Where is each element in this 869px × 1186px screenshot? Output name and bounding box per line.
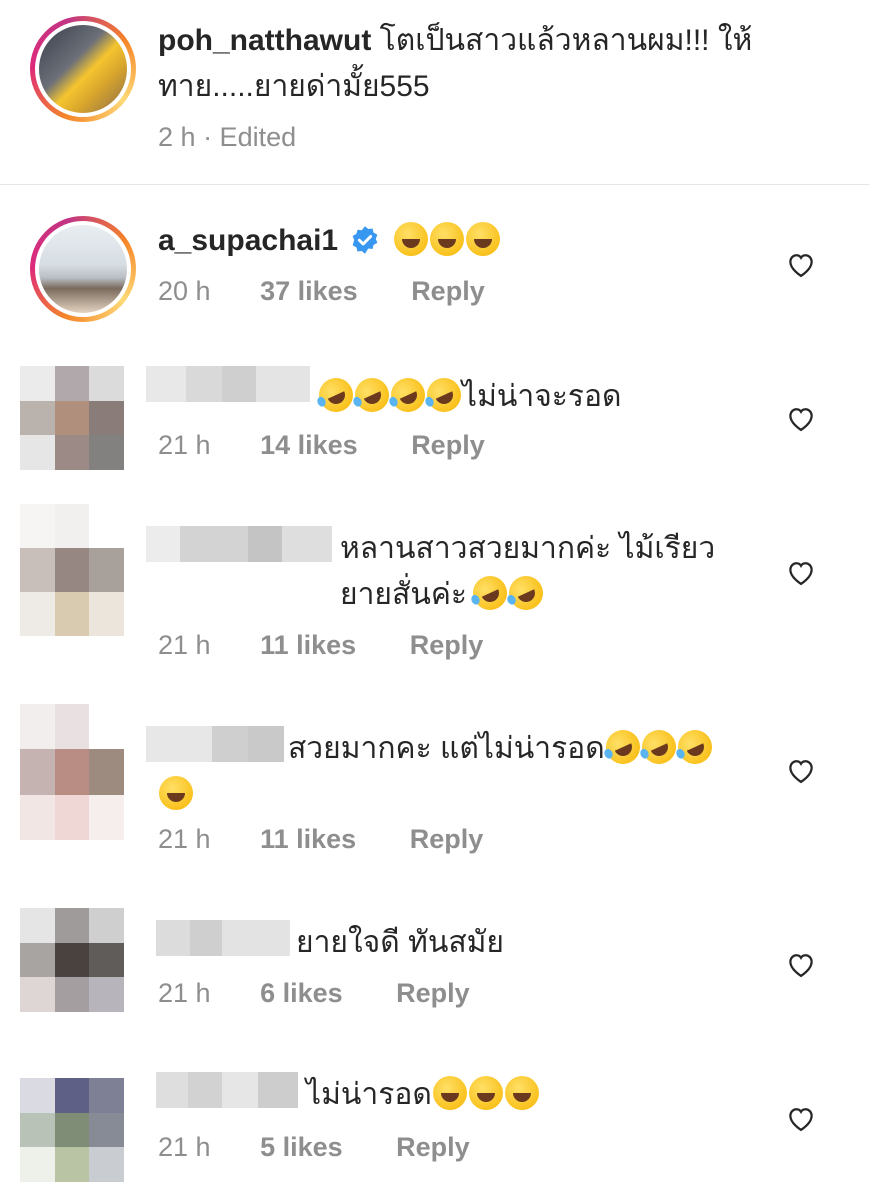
heart-outline-icon[interactable]	[786, 1104, 816, 1132]
grinning-sweat-emoji	[159, 776, 193, 810]
heart-outline-icon[interactable]	[786, 756, 816, 784]
heart-outline-icon[interactable]	[786, 558, 816, 586]
comment-likes[interactable]: 11 likes	[260, 630, 356, 660]
rofl-emoji	[503, 570, 549, 616]
commenter-avatar[interactable]	[20, 704, 124, 840]
comment-body: สวยมากคะ แต่ไม่น่ารอด	[288, 732, 605, 765]
caption-time: 2 h	[158, 122, 196, 152]
reply-button[interactable]: Reply	[411, 430, 485, 460]
comment-text: ไม่น่ารอด	[306, 1072, 726, 1118]
caption-text: poh_natthawut โตเป็นสาวแล้วหลานผม!!! ให้…	[158, 18, 808, 110]
comment-meta: 21 h 11 likes Reply	[158, 824, 483, 855]
comment-meta: 21 h 5 likes Reply	[158, 1132, 470, 1163]
rofl-emoji	[636, 724, 682, 770]
rofl-emoji	[600, 724, 646, 770]
reply-button[interactable]: Reply	[411, 276, 485, 306]
commenter-username-redacted	[146, 366, 310, 402]
rofl-emoji	[467, 570, 513, 616]
commenter-username-redacted	[156, 1072, 298, 1108]
comment-time: 21 h	[158, 1132, 211, 1162]
comment-username[interactable]: a_supachai1	[158, 224, 338, 257]
grinning-sweat-emoji	[429, 222, 464, 256]
rofl-emoji	[349, 372, 395, 418]
heart-outline-icon[interactable]	[786, 250, 816, 278]
comment-meta: 21 h 6 likes Reply	[158, 978, 470, 1009]
grinning-emoji	[504, 1076, 539, 1110]
commenter-username-redacted	[156, 920, 290, 956]
comment-time: 21 h	[158, 824, 211, 854]
comment-text: หลานสาวสวยมากค่ะ ไม้เรียวยายสั่นค่ะ	[340, 526, 760, 618]
commenter-username-redacted	[146, 726, 284, 762]
caption-divider	[0, 184, 869, 185]
rofl-emoji	[421, 372, 467, 418]
comment-text-continued	[158, 772, 218, 818]
commenter-avatar[interactable]	[20, 504, 124, 636]
comment-meta: 21 h 11 likes Reply	[158, 630, 483, 661]
caption-edited: · Edited	[203, 122, 297, 152]
comment-likes[interactable]: 14 likes	[260, 430, 358, 460]
comment-body: ยายใจดี ทันสมัย	[296, 926, 504, 959]
comment-text: ไม่น่าจะรอด	[313, 372, 738, 420]
reply-button[interactable]: Reply	[410, 630, 484, 660]
verified-badge-icon	[353, 226, 378, 254]
caption-username[interactable]: poh_natthawut	[158, 24, 371, 57]
commenter-avatar[interactable]	[20, 908, 124, 1012]
commenter-avatar[interactable]	[20, 1078, 124, 1182]
grinning-emoji	[468, 1076, 503, 1110]
post-caption: poh_natthawut โตเป็นสาวแล้วหลานผม!!! ให้…	[0, 0, 869, 184]
commenter-avatar[interactable]	[30, 216, 136, 322]
rofl-emoji	[672, 724, 718, 770]
comment-text: ยายใจดี ทันสมัย	[296, 920, 716, 966]
comment-text: a_supachai1	[158, 218, 778, 264]
comment-time: 21 h	[158, 978, 211, 1008]
caption-meta: 2 h · Edited	[158, 122, 296, 153]
reply-button[interactable]: Reply	[396, 978, 470, 1008]
caption-author-avatar[interactable]	[30, 16, 136, 122]
reply-button[interactable]: Reply	[396, 1132, 470, 1162]
comment-time: 20 h	[158, 276, 211, 306]
grinning-sweat-emoji	[465, 222, 500, 256]
grinning-emoji	[432, 1076, 467, 1110]
comment-time: 21 h	[158, 630, 211, 660]
comment-body: ไม่น่ารอด	[306, 1078, 432, 1111]
rofl-emoji	[385, 372, 431, 418]
comment-meta: 20 h 37 likes Reply	[158, 276, 485, 307]
grinning-sweat-emoji	[393, 222, 428, 256]
commenter-username-redacted	[146, 526, 332, 562]
reply-button[interactable]: Reply	[410, 824, 484, 854]
heart-outline-icon[interactable]	[786, 950, 816, 978]
heart-outline-icon[interactable]	[786, 404, 816, 432]
comment-body: ไม่น่าจะรอด	[462, 380, 622, 413]
comment-likes[interactable]: 11 likes	[260, 824, 356, 854]
comment-time: 21 h	[158, 430, 211, 460]
commenter-avatar[interactable]	[20, 366, 124, 470]
comment-text: สวยมากคะ แต่ไม่น่ารอด	[288, 724, 758, 772]
comment-meta: 21 h 14 likes Reply	[158, 430, 485, 461]
comment-likes[interactable]: 5 likes	[260, 1132, 343, 1162]
comment-likes[interactable]: 37 likes	[260, 276, 358, 306]
comment-likes[interactable]: 6 likes	[260, 978, 343, 1008]
rofl-emoji	[313, 372, 359, 418]
